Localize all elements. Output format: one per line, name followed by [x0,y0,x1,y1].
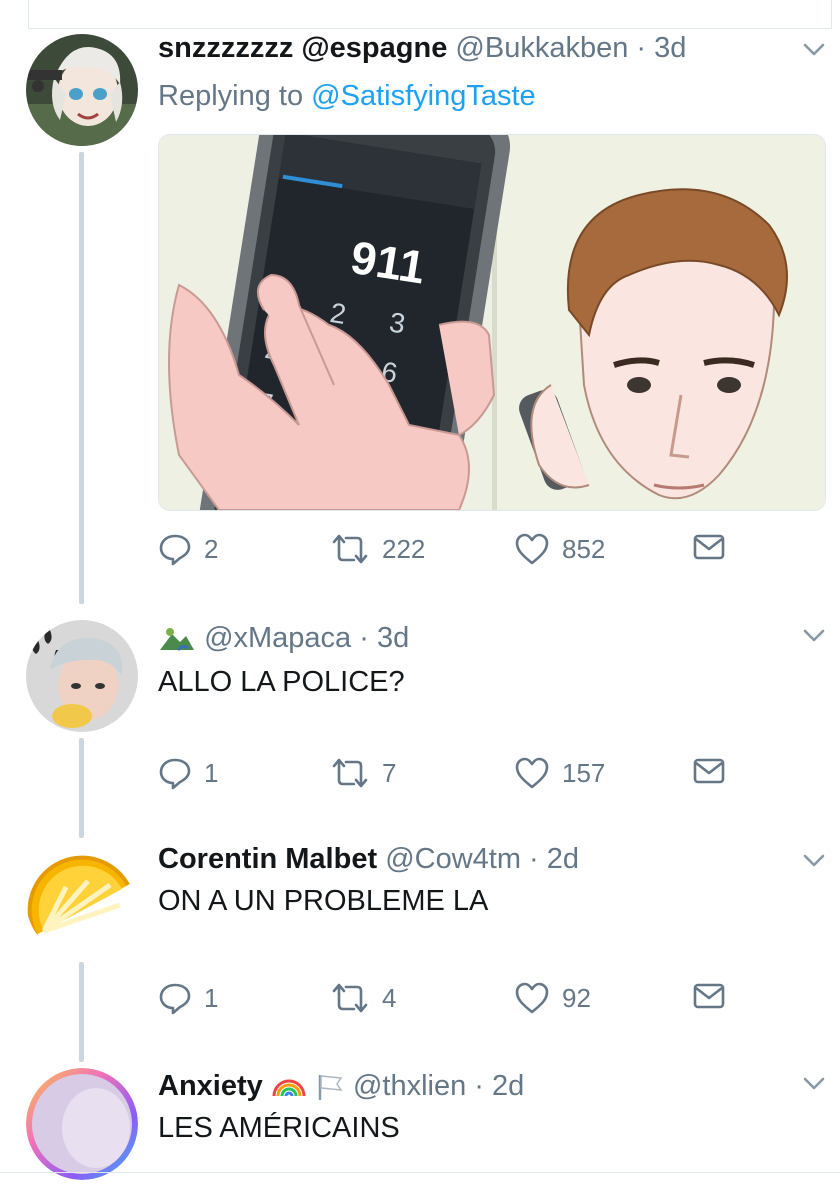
tweet-header: snzzzzzzz @espagne @Bukkakben · 3d [158,30,686,66]
tweet[interactable]: Corentin Malbet @Cow4tm · 2d ON A UN PRO… [0,825,840,1050]
user-handle[interactable]: @thxlien [353,1070,466,1102]
tweet-text: ON A UN PROBLEME LA [158,885,489,917]
reply-count: 2 [204,533,219,564]
timestamp[interactable]: 3d [654,32,686,64]
replying-label: Replying to [158,80,304,112]
tweet-header: @xMapaca · 3d [158,620,409,656]
like-count: 92 [562,982,591,1013]
reply-icon [159,758,191,790]
chevron-down-icon[interactable] [802,628,826,644]
retweet-count: 222 [382,533,426,564]
tweet-header: Anxiety @thxlien · 2d [158,1068,524,1104]
tweet[interactable]: Anxiety @thxlien · 2d LES AMÉRICAINS [0,1050,840,1200]
white-flag-icon [318,1075,343,1101]
heart-icon [515,533,549,565]
timestamp[interactable]: 2d [547,843,579,875]
retweet-button[interactable]: 222 [330,532,425,566]
chevron-down-icon[interactable] [802,1076,826,1092]
avatar[interactable] [26,620,138,732]
tweet-header: Corentin Malbet @Cow4tm · 2d [158,841,579,877]
separator-dot: · [529,843,539,875]
tweet-text: ALLO LA POLICE? [158,666,405,698]
retweet-button[interactable]: 7 [330,756,396,790]
separator-dot: · [359,622,369,654]
like-button[interactable]: 852 [514,532,605,566]
envelope-icon [693,534,725,560]
retweet-icon [332,758,368,788]
separator-dot: · [636,32,647,64]
retweet-icon [332,534,368,564]
reply-icon [159,983,191,1015]
dm-button[interactable] [692,532,726,562]
display-name[interactable]: Anxiety [158,1070,263,1102]
envelope-icon [693,758,725,784]
replying-to-link[interactable]: @SatisfyingTaste [311,80,535,112]
like-button[interactable]: 92 [514,981,591,1015]
reply-icon [159,534,191,566]
timestamp[interactable]: 3d [377,622,409,654]
retweet-icon [332,983,368,1013]
separator-dot: · [474,1070,484,1102]
like-count: 852 [562,533,606,564]
heart-icon [515,982,549,1014]
user-handle[interactable]: @Cow4tm [385,843,521,875]
reply-count: 1 [204,982,219,1013]
chevron-down-icon[interactable] [802,42,826,58]
envelope-icon [693,983,725,1009]
rainbow-emoji-icon [272,1079,306,1097]
retweet-count: 7 [382,757,397,788]
display-name[interactable]: snzzzzzzz @espagne [158,32,447,64]
retweet-count: 4 [382,982,397,1013]
dm-button[interactable] [692,756,726,786]
retweet-button[interactable]: 4 [330,981,396,1015]
avatar[interactable] [26,845,138,957]
reply-count: 1 [204,757,219,788]
heart-icon [515,757,549,789]
like-button[interactable]: 157 [514,756,605,790]
tweet-actions: 1 4 92 [158,981,758,1021]
dm-button[interactable] [692,981,726,1011]
landscape-emoji-icon [160,628,194,652]
reply-button[interactable]: 1 [158,756,218,790]
tweet-image[interactable]: 911 1 2 3 4 6 7 9 * 0 [158,134,826,511]
reply-button[interactable]: 1 [158,981,218,1015]
like-count: 157 [562,757,606,788]
avatar[interactable] [26,34,138,146]
reply-button[interactable]: 2 [158,532,218,566]
bottom-divider [0,1172,840,1173]
display-name[interactable]: Corentin Malbet [158,843,377,875]
tweet-actions: 1 7 157 [158,756,758,796]
chevron-down-icon[interactable] [802,853,826,869]
user-handle[interactable]: @Bukkakben [455,32,628,64]
user-handle[interactable]: @xMapaca [204,622,351,654]
tweet[interactable]: @xMapaca · 3d ALLO LA POLICE? 1 7 157 [0,600,840,825]
tweet[interactable]: snzzzzzzz @espagne @Bukkakben · 3d Reply… [0,0,840,600]
tweet-text: LES AMÉRICAINS [158,1112,400,1144]
timestamp[interactable]: 2d [492,1070,524,1102]
tweet-actions: 2 222 852 [158,532,758,572]
replying-to: Replying to @SatisfyingTaste [158,78,536,114]
avatar[interactable] [26,1068,138,1180]
